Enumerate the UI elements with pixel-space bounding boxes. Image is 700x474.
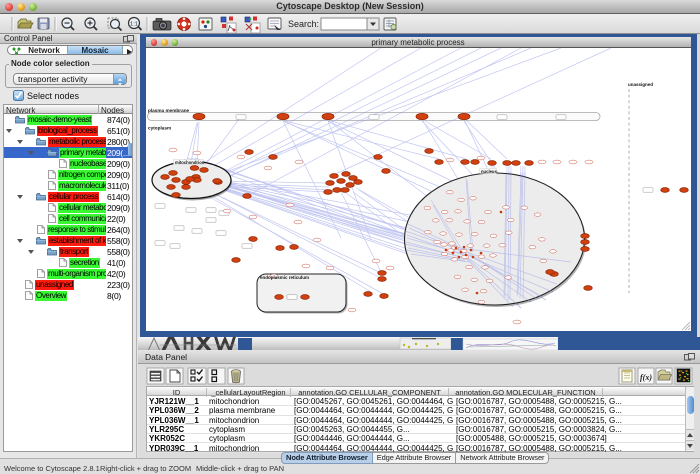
svg-text:cytoplasm: cytoplasm [148,126,171,131]
svg-text:plasma membrane: plasma membrane [148,108,190,113]
svg-text:Search:: Search: [288,19,319,29]
svg-text:f(x): f(x) [640,373,652,382]
svg-text:1:1: 1:1 [130,22,138,28]
svg-text:endoplasmic reticulum: endoplasmic reticulum [260,275,309,280]
svg-text:nucleus: nucleus [481,169,497,174]
svg-text:unassigned: unassigned [628,82,653,87]
svg-text:mitochondrion: mitochondrion [175,160,205,165]
